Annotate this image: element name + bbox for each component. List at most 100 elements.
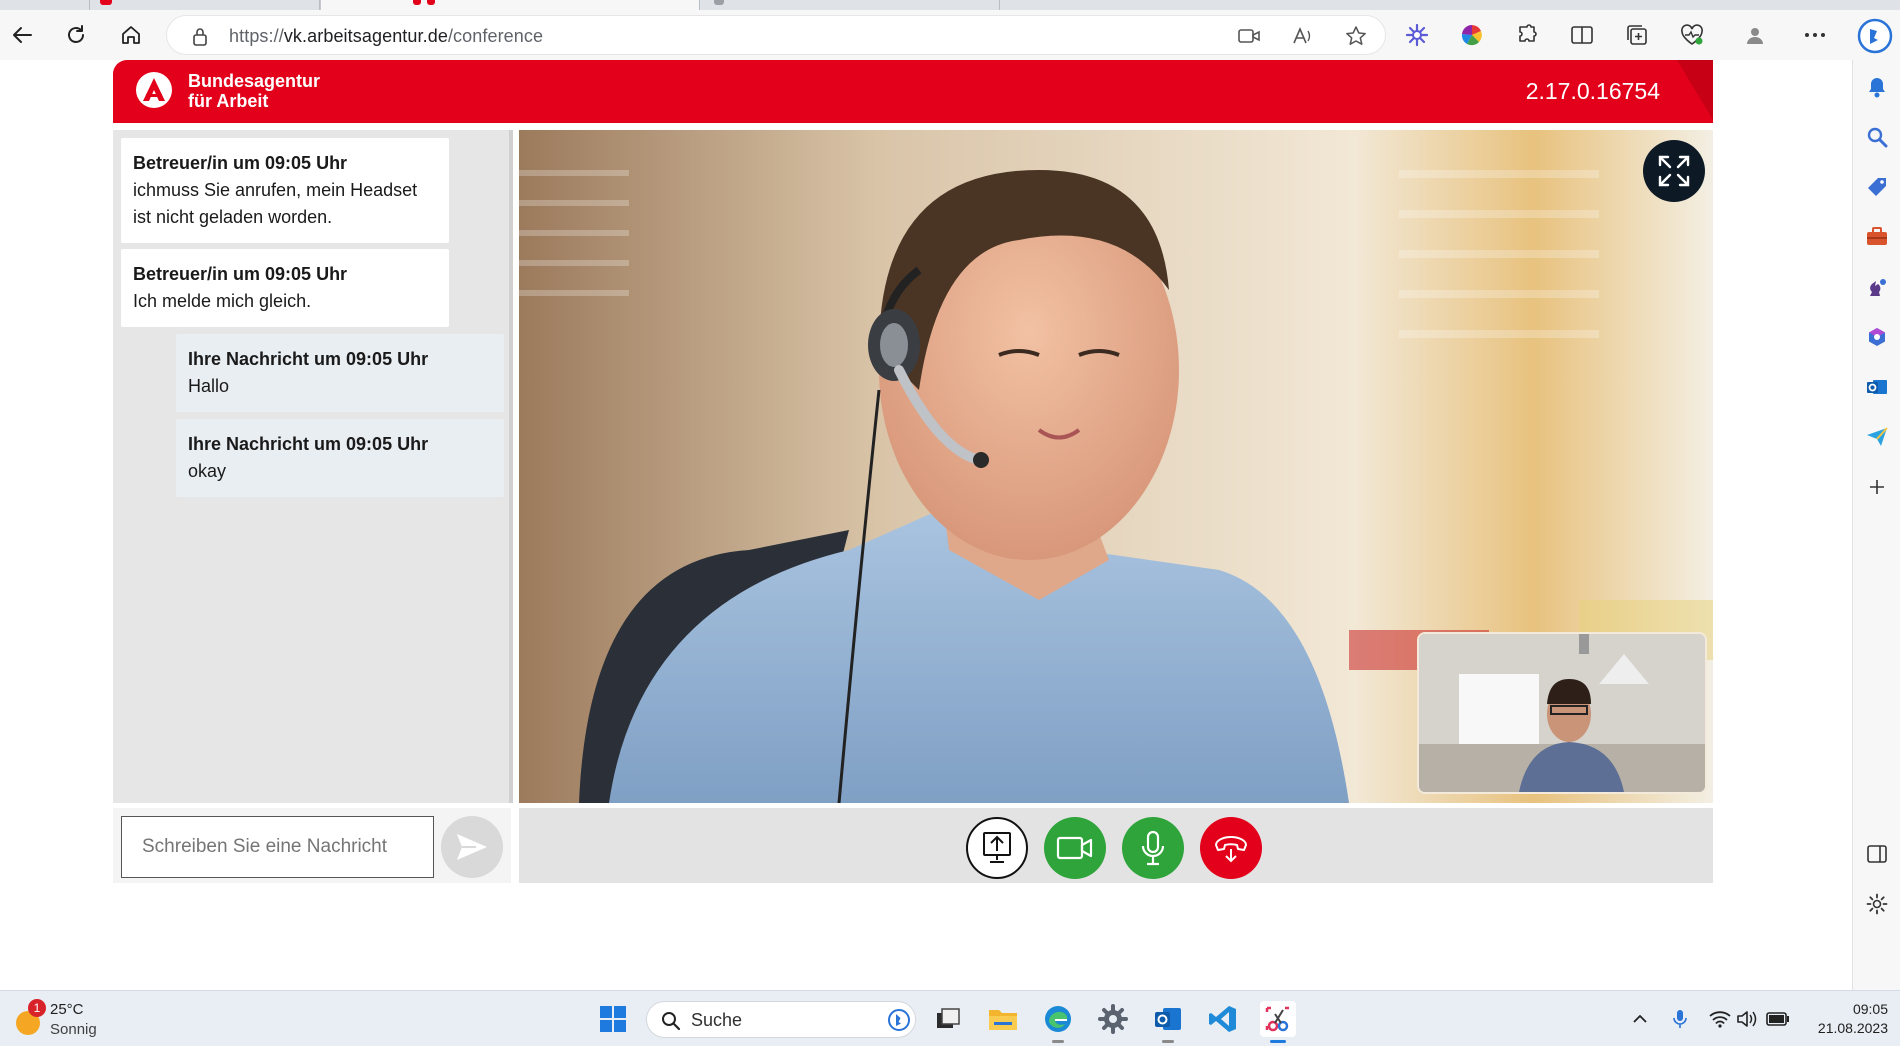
browser-tab-active[interactable] <box>320 0 700 10</box>
extensions-puzzle-icon[interactable] <box>1512 20 1542 50</box>
favicon-icon <box>714 0 724 5</box>
fullscreen-button[interactable] <box>1643 140 1705 202</box>
organization-name-line2: für Arbeit <box>188 91 269 111</box>
favicon-icon <box>100 0 112 5</box>
sidebar-settings-gear-icon[interactable] <box>1863 890 1891 918</box>
url-text[interactable]: https://vk.arbeitsagentur.de/conference <box>229 26 543 47</box>
active-app-indicator <box>1162 1040 1174 1043</box>
sidebar-search-icon[interactable] <box>1863 123 1891 151</box>
screen-share-icon <box>983 832 1011 863</box>
browser-essentials-heart-icon[interactable] <box>1677 20 1707 50</box>
color-wheel-extension-icon[interactable] <box>1457 20 1487 50</box>
extension-burst-icon[interactable] <box>1402 20 1432 50</box>
vscode-icon <box>1209 1006 1236 1032</box>
file-explorer-button[interactable] <box>985 1001 1021 1037</box>
message-text: Hallo <box>188 376 230 396</box>
microsoft-365-icon[interactable] <box>1863 323 1891 351</box>
send-paper-plane-icon[interactable] <box>1863 423 1891 451</box>
microphone-icon <box>1141 830 1165 866</box>
task-view-button[interactable] <box>930 1001 966 1037</box>
games-chess-icon[interactable] <box>1863 273 1891 301</box>
reload-icon <box>68 25 84 43</box>
message-sender: Ihre Nachricht um 09:05 Uhr <box>188 349 429 369</box>
active-app-indicator <box>1270 1040 1286 1043</box>
snipping-tool-button[interactable] <box>1260 1001 1296 1043</box>
system-clock[interactable]: 09:05 21.08.2023 <box>1818 1000 1888 1038</box>
hide-sidebar-icon[interactable] <box>1863 840 1891 868</box>
self-video[interactable] <box>1417 632 1707 794</box>
header-corner-fold <box>1677 60 1713 120</box>
chat-message-outgoing: Ihre Nachricht um 09:05 Uhr okay <box>176 419 504 497</box>
self-video-frame <box>1419 634 1705 792</box>
fullscreen-expand-icon <box>1658 155 1690 187</box>
volume-icon[interactable] <box>1735 1007 1759 1031</box>
weather-widget[interactable]: 1 25°C Sonnig <box>12 999 122 1041</box>
send-icon <box>457 834 487 860</box>
edge-browser-button[interactable] <box>1040 1001 1076 1043</box>
reload-button[interactable] <box>58 17 94 53</box>
tools-briefcase-icon[interactable] <box>1863 223 1891 251</box>
browser-tab[interactable] <box>700 0 1000 10</box>
app-version: 2.17.0.16754 <box>1525 78 1660 104</box>
read-aloud-icon[interactable] <box>1289 22 1317 50</box>
settings-gear-icon <box>1098 1004 1128 1034</box>
weather-temperature: 25°C <box>50 1001 84 1018</box>
profile-avatar-icon[interactable] <box>1740 20 1770 50</box>
settings-app-button[interactable] <box>1095 1001 1131 1037</box>
tab-strip <box>0 0 1900 10</box>
organization-name: Bundesagentur für Arbeit <box>188 71 320 111</box>
wifi-icon[interactable] <box>1708 1007 1732 1031</box>
site-header: Bundesagentur für Arbeit 2.17.0.16754 <box>113 60 1713 123</box>
browser-tab[interactable] <box>0 0 90 10</box>
hang-up-button[interactable] <box>1200 817 1262 879</box>
home-icon <box>122 26 140 44</box>
task-view-icon <box>937 1008 960 1028</box>
lock-icon[interactable] <box>191 27 209 52</box>
add-sidebar-app-icon[interactable] <box>1863 473 1891 501</box>
screen-share-button[interactable] <box>966 817 1028 879</box>
taskbar-search[interactable]: Suche <box>646 1001 916 1038</box>
battery-icon[interactable] <box>1766 1007 1790 1031</box>
message-sender: Ihre Nachricht um 09:05 Uhr <box>188 434 429 454</box>
favorite-star-icon[interactable] <box>1342 22 1370 50</box>
weather-condition: Sonnig <box>50 1021 97 1038</box>
show-hidden-icons-chevron-icon[interactable] <box>1628 1007 1652 1031</box>
message-sender: Betreuer/in um 09:05 Uhr <box>133 153 348 173</box>
windows-taskbar: 1 25°C Sonnig Suche 09:05 21.08.2023 <box>0 990 1900 1046</box>
send-message-button[interactable] <box>441 816 503 878</box>
weather-alert-badge: 1 <box>28 999 46 1017</box>
favicon-icon <box>427 0 435 5</box>
folder-icon <box>989 1010 1017 1030</box>
message-text: ichmuss Sie anrufen, mein Headset ist ni… <box>133 180 418 227</box>
shopping-tag-icon[interactable] <box>1863 173 1891 201</box>
notifications-bell-icon[interactable] <box>1863 73 1891 101</box>
split-screen-icon[interactable] <box>1567 20 1597 50</box>
vscode-app-button[interactable] <box>1205 1001 1241 1037</box>
active-app-indicator <box>1052 1040 1064 1043</box>
browser-tab[interactable] <box>90 0 320 10</box>
start-button[interactable] <box>595 1001 631 1037</box>
microphone-tray-icon[interactable] <box>1668 1007 1692 1031</box>
edge-sidebar <box>1852 60 1900 990</box>
camera-toggle-button[interactable] <box>1044 817 1106 879</box>
chat-message-incoming: Betreuer/in um 09:05 Uhr ichmuss Sie anr… <box>121 138 449 243</box>
video-camera-icon <box>1056 836 1093 860</box>
home-button[interactable] <box>113 17 149 53</box>
address-bar[interactable]: https://vk.arbeitsagentur.de/conference <box>166 15 1386 55</box>
organization-name-line1: Bundesagentur <box>188 71 321 91</box>
message-sender: Betreuer/in um 09:05 Uhr <box>133 264 348 284</box>
back-button[interactable] <box>4 17 40 53</box>
message-text: okay <box>188 461 227 481</box>
microphone-toggle-button[interactable] <box>1122 817 1184 879</box>
outlook-icon[interactable] <box>1863 373 1891 401</box>
chat-panel[interactable]: Betreuer/in um 09:05 Uhr ichmuss Sie anr… <box>113 130 511 803</box>
camera-permission-icon[interactable] <box>1235 22 1263 50</box>
bing-search-icon <box>888 1009 910 1031</box>
message-text: Ich melde mich gleich. <box>133 291 312 311</box>
outlook-app-icon <box>1155 1008 1181 1030</box>
more-menu-icon[interactable] <box>1800 20 1830 50</box>
outlook-app-button[interactable] <box>1150 1001 1186 1043</box>
collections-icon[interactable] <box>1622 20 1652 50</box>
chat-message-input[interactable] <box>121 816 434 878</box>
bing-copilot-icon[interactable] <box>1856 17 1894 55</box>
